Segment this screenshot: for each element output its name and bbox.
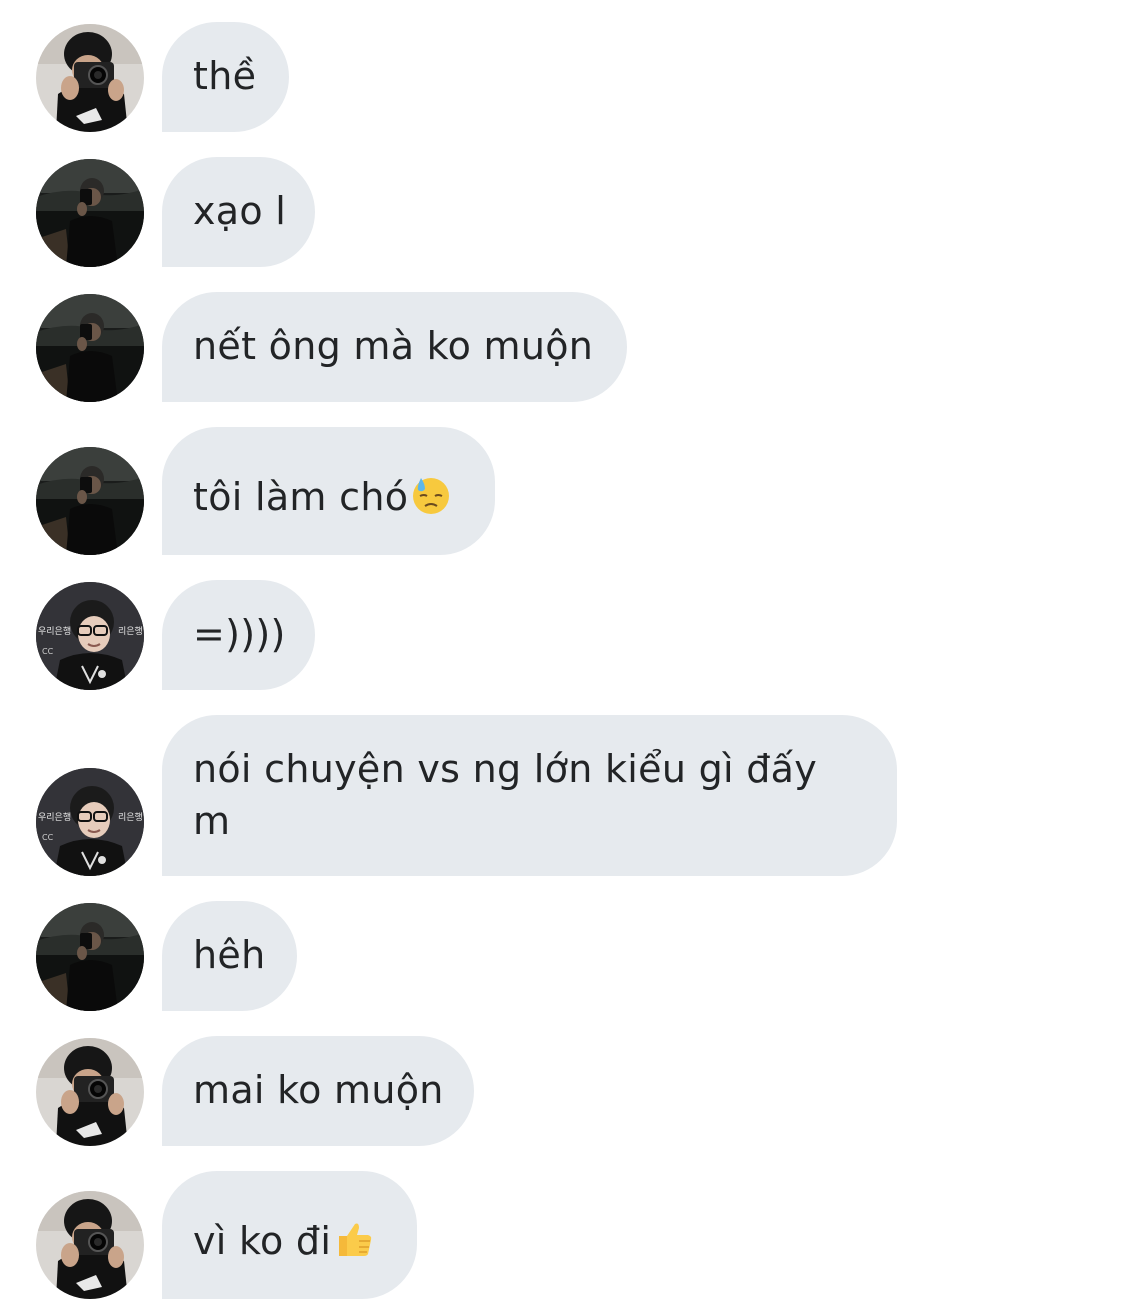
message-text: xạo l — [193, 189, 287, 233]
night-avatar-icon — [36, 903, 144, 1011]
camera-avatar-icon — [36, 1038, 144, 1146]
message-text: nết ông mà ko muộn — [193, 324, 594, 368]
avatar[interactable] — [36, 903, 144, 1011]
message-bubble[interactable]: nói chuyện vs ng lớn kiểu gì đấy m — [162, 715, 897, 876]
message-text: mai ko muộn — [193, 1068, 444, 1112]
avatar[interactable] — [36, 1191, 144, 1299]
message-bubble[interactable]: mai ko muộn — [162, 1036, 474, 1146]
glasses-avatar-icon — [36, 768, 144, 876]
message-bubble[interactable]: tôi làm chó — [162, 427, 495, 555]
message-text: =)))) — [193, 612, 286, 656]
night-avatar-icon — [36, 294, 144, 402]
thumbs-up-emoji-icon — [333, 1218, 375, 1260]
avatar[interactable] — [36, 582, 144, 690]
message-bubble[interactable]: vì ko đi — [162, 1171, 417, 1299]
avatar[interactable] — [36, 768, 144, 876]
avatar[interactable] — [36, 159, 144, 267]
avatar[interactable] — [36, 24, 144, 132]
message-text: hêh — [193, 933, 266, 977]
night-avatar-icon — [36, 447, 144, 555]
camera-avatar-icon — [36, 24, 144, 132]
message-bubble[interactable]: =)))) — [162, 580, 315, 690]
message-bubble[interactable]: thề — [162, 22, 289, 132]
message-text: thề — [193, 54, 257, 98]
avatar[interactable] — [36, 294, 144, 402]
night-avatar-icon — [36, 159, 144, 267]
avatar[interactable] — [36, 447, 144, 555]
message-bubble[interactable]: hêh — [162, 901, 297, 1011]
avatar[interactable] — [36, 1038, 144, 1146]
message-text: vì ko đi — [193, 1219, 332, 1263]
message-bubble[interactable]: xạo l — [162, 157, 315, 267]
downcast-sweat-emoji-icon — [410, 474, 452, 516]
message-text: tôi làm chó — [193, 475, 409, 519]
camera-avatar-icon — [36, 1191, 144, 1299]
glasses-avatar-icon — [36, 582, 144, 690]
message-bubble[interactable]: nết ông mà ko muộn — [162, 292, 627, 402]
message-text: nói chuyện vs ng lớn kiểu gì đấy m — [193, 747, 818, 843]
